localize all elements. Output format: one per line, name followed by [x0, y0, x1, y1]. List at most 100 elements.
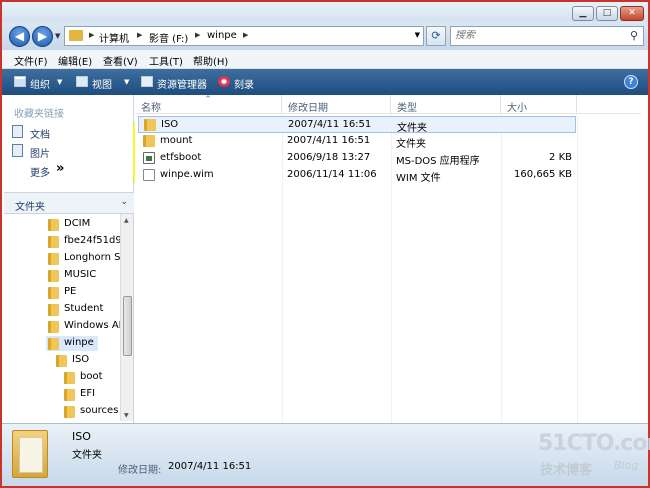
folder-icon [48, 219, 59, 231]
tree-item-label: Student [64, 303, 104, 314]
title-bar: ▁ □ ✕ [2, 2, 648, 22]
watermark-logo: 51CTO.com [538, 431, 650, 456]
tree-item-label: PE [64, 286, 77, 297]
exe-icon [143, 152, 155, 164]
watermark-tagline: 技术博客 [540, 463, 593, 478]
help-icon[interactable]: ? [624, 75, 638, 89]
back-button[interactable]: ◀ [9, 26, 30, 47]
tree-item[interactable]: Windows AI [4, 319, 120, 334]
favorite-documents[interactable]: 文档 [30, 126, 50, 141]
folder-icon [144, 119, 156, 131]
search-icon[interactable]: ⚲ [630, 29, 638, 42]
file-name: mount [160, 135, 193, 146]
tree-item[interactable]: boot [4, 370, 120, 385]
command-bar: 组织 ▼ 视图 ▼ 资源管理器 刻录 ? [2, 69, 648, 95]
breadcrumb-drive[interactable]: 影音 (F:) [149, 30, 188, 45]
file-type: MS-DOS 应用程序 [396, 156, 480, 167]
tree-item[interactable]: PE [4, 285, 120, 300]
folder-tree: DCIM fbe24f51d9 Longhorn S MUSIC PE Student Wi… [4, 214, 120, 421]
tree-item-label: boot [80, 371, 103, 382]
favorite-pictures[interactable]: 图片 [30, 145, 50, 160]
tree-item[interactable]: Longhorn S [4, 251, 120, 266]
file-type: WIM 文件 [396, 173, 441, 184]
close-button[interactable]: ✕ [620, 6, 644, 21]
navigation-pane: 收藏夹链接 文档 图片 更多 » 文件夹 ⌄ DCIM fbe24f51d9 Lon… [2, 95, 134, 423]
breadcrumb-computer[interactable]: 计算机 [99, 30, 129, 45]
tree-item[interactable]: fbe24f51d9 [4, 234, 120, 249]
menu-bar: 文件(F) 编辑(E) 查看(V) 工具(T) 帮助(H) [2, 50, 648, 69]
views-button[interactable]: 视图 [92, 76, 112, 91]
file-type: 文件夹 [396, 139, 426, 150]
tree-item-label: DCIM [64, 218, 91, 229]
folder-icon [48, 253, 59, 265]
search-box[interactable]: ⚲ [450, 26, 644, 46]
refresh-icon[interactable]: ⟳ [426, 26, 446, 46]
tree-item[interactable]: winpe [46, 336, 98, 351]
file-row[interactable]: winpe.wim 2006/11/14 11:06 WIM 文件 160,665 K… [138, 167, 576, 184]
file-date: 2007/4/11 16:51 [288, 119, 372, 130]
menu-edit[interactable]: 编辑(E) [58, 53, 92, 68]
address-row: ◀ ▶ ▼ ▶ 计算机 ▶ 影音 (F:) ▶ winpe ▶ ▼ ⟳ ⚲ [2, 22, 648, 50]
column-header-row: 名称 ^ 修改日期 类型 大小 [135, 95, 641, 114]
tree-item[interactable]: Student [4, 302, 120, 317]
file-row[interactable]: ISO 2007/4/11 16:51 文件夹 [138, 116, 576, 134]
breadcrumb-arrow-icon[interactable]: ▶ [243, 31, 248, 39]
tree-item[interactable]: sources [4, 404, 120, 419]
tree-scrollbar[interactable]: ▲ ▼ [120, 214, 133, 421]
column-size[interactable]: 大小 [501, 95, 577, 114]
breadcrumb-winpe[interactable]: winpe [207, 30, 237, 41]
more-chevron-icon[interactable]: » [56, 161, 64, 176]
folder-icon [56, 355, 67, 367]
menu-help[interactable]: 帮助(H) [193, 53, 228, 68]
chevron-down-icon[interactable]: ▼ [124, 78, 129, 86]
breadcrumb-arrow-icon[interactable]: ▶ [195, 31, 200, 39]
organize-icon [14, 76, 26, 87]
scrollbar-thumb[interactable] [123, 296, 132, 356]
burn-icon [218, 76, 230, 87]
column-type-label: 类型 [397, 103, 417, 114]
maximize-button[interactable]: □ [596, 6, 618, 21]
detail-type: 文件夹 [72, 450, 102, 461]
file-row[interactable]: etfsboot 2006/9/18 13:27 MS-DOS 应用程序 2 KB [138, 150, 576, 167]
column-type[interactable]: 类型 [391, 95, 501, 114]
forward-button[interactable]: ▶ [32, 26, 53, 47]
tree-item[interactable]: DCIM [4, 217, 120, 232]
tree-item[interactable]: ISO [4, 353, 120, 368]
search-input[interactable] [455, 30, 615, 41]
watermark-blog: Blog [614, 459, 639, 472]
tree-item[interactable]: EFI [4, 387, 120, 402]
chevron-down-icon[interactable]: ▼ [415, 31, 420, 39]
menu-file[interactable]: 文件(F) [14, 53, 48, 68]
folder-icon [48, 338, 59, 350]
folder-icon [48, 287, 59, 299]
folder-icon [48, 270, 59, 282]
menu-tools[interactable]: 工具(T) [149, 53, 183, 68]
chevron-down-icon[interactable]: ▼ [57, 78, 62, 86]
minimize-button[interactable]: ▁ [572, 6, 594, 21]
folders-header[interactable]: 文件夹 ⌄ [4, 192, 134, 214]
scroll-up-icon[interactable]: ▲ [124, 217, 129, 224]
file-name: winpe.wim [160, 169, 214, 180]
watermark: 51CTO.com 技术博客 Blog [538, 431, 650, 481]
scroll-down-icon[interactable]: ▼ [124, 412, 129, 419]
tree-item[interactable]: MUSIC [4, 268, 120, 283]
column-date[interactable]: 修改日期 [282, 95, 391, 114]
file-row[interactable]: mount 2007/4/11 16:51 文件夹 [138, 133, 576, 150]
chevron-down-icon[interactable]: ⌄ [120, 197, 128, 207]
recent-pages-dropdown-icon[interactable]: ▼ [55, 32, 60, 40]
breadcrumb-arrow-icon[interactable]: ▶ [89, 31, 94, 39]
explorer-button[interactable]: 资源管理器 [157, 76, 207, 91]
folder-icon [48, 236, 59, 248]
menu-view[interactable]: 查看(V) [103, 53, 138, 68]
column-name-label: 名称 [141, 103, 161, 114]
tree-item-label: EFI [80, 388, 96, 399]
burn-button[interactable]: 刻录 [234, 76, 254, 91]
favorite-more[interactable]: 更多 [30, 164, 50, 179]
tree-item-label: winpe [64, 337, 94, 348]
address-bar[interactable]: ▶ 计算机 ▶ 影音 (F:) ▶ winpe ▶ ▼ [64, 26, 424, 46]
organize-button[interactable]: 组织 [30, 76, 50, 91]
folder-icon [48, 321, 59, 333]
breadcrumb-arrow-icon[interactable]: ▶ [137, 31, 142, 39]
column-name[interactable]: 名称 ^ [135, 95, 282, 114]
file-date: 2007/4/11 16:51 [287, 135, 371, 146]
